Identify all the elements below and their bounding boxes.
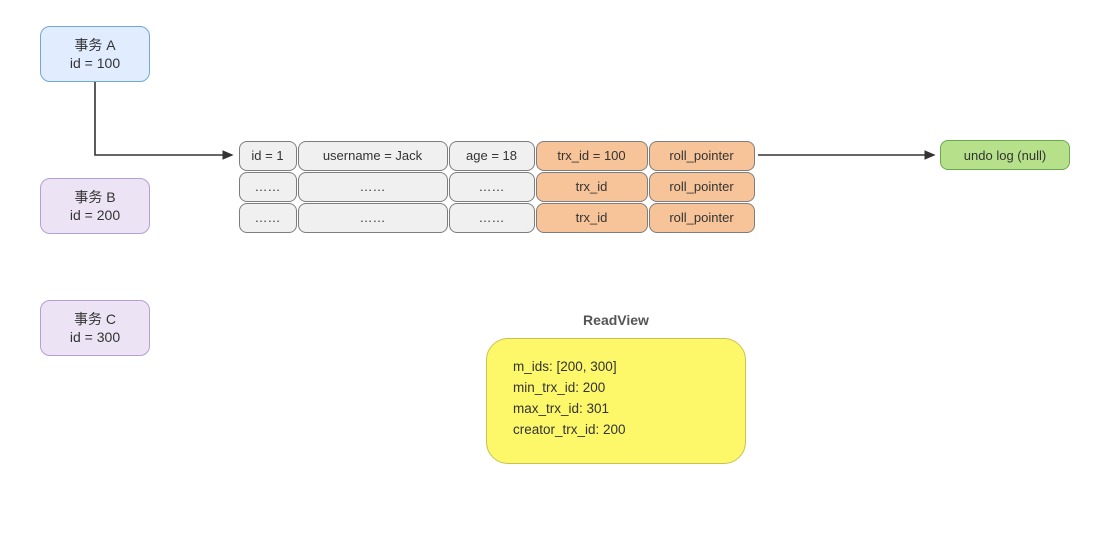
- cell-roll-pointer: roll_pointer: [649, 203, 755, 233]
- readview-min: min_trx_id: 200: [513, 378, 719, 399]
- cell-id: ……: [239, 172, 297, 202]
- cell-age: ……: [449, 172, 535, 202]
- diagram-arrows: [0, 0, 1120, 560]
- table-row: id = 1 username = Jack age = 18 trx_id =…: [238, 140, 755, 171]
- undo-log-box: undo log (null): [940, 140, 1070, 170]
- cell-roll-pointer: roll_pointer: [649, 141, 755, 171]
- cell-trx-id: trx_id: [536, 172, 648, 202]
- transaction-a-name: 事务 A: [74, 36, 115, 54]
- transaction-a-id: id = 100: [70, 54, 120, 72]
- cell-username: ……: [298, 172, 448, 202]
- readview-box: m_ids: [200, 300] min_trx_id: 200 max_tr…: [486, 338, 746, 464]
- transaction-c-name: 事务 C: [74, 310, 116, 328]
- transaction-a-box: 事务 A id = 100: [40, 26, 150, 82]
- cell-id: ……: [239, 203, 297, 233]
- table-row: …… …… …… trx_id roll_pointer: [238, 171, 755, 202]
- version-chain-table: id = 1 username = Jack age = 18 trx_id =…: [238, 140, 755, 233]
- undo-log-label: undo log (null): [964, 148, 1046, 163]
- cell-trx-id: trx_id: [536, 203, 648, 233]
- transaction-c-id: id = 300: [70, 328, 120, 346]
- transaction-c-box: 事务 C id = 300: [40, 300, 150, 356]
- readview-title: ReadView: [486, 312, 746, 328]
- cell-roll-pointer: roll_pointer: [649, 172, 755, 202]
- table-row: …… …… …… trx_id roll_pointer: [238, 202, 755, 233]
- cell-age: ……: [449, 203, 535, 233]
- cell-username: username = Jack: [298, 141, 448, 171]
- cell-id: id = 1: [239, 141, 297, 171]
- cell-username: ……: [298, 203, 448, 233]
- transaction-b-box: 事务 B id = 200: [40, 178, 150, 234]
- readview-creator: creator_trx_id: 200: [513, 420, 719, 441]
- transaction-b-id: id = 200: [70, 206, 120, 224]
- readview-max: max_trx_id: 301: [513, 399, 719, 420]
- cell-age: age = 18: [449, 141, 535, 171]
- transaction-b-name: 事务 B: [74, 188, 115, 206]
- cell-trx-id: trx_id = 100: [536, 141, 648, 171]
- readview-m-ids: m_ids: [200, 300]: [513, 357, 719, 378]
